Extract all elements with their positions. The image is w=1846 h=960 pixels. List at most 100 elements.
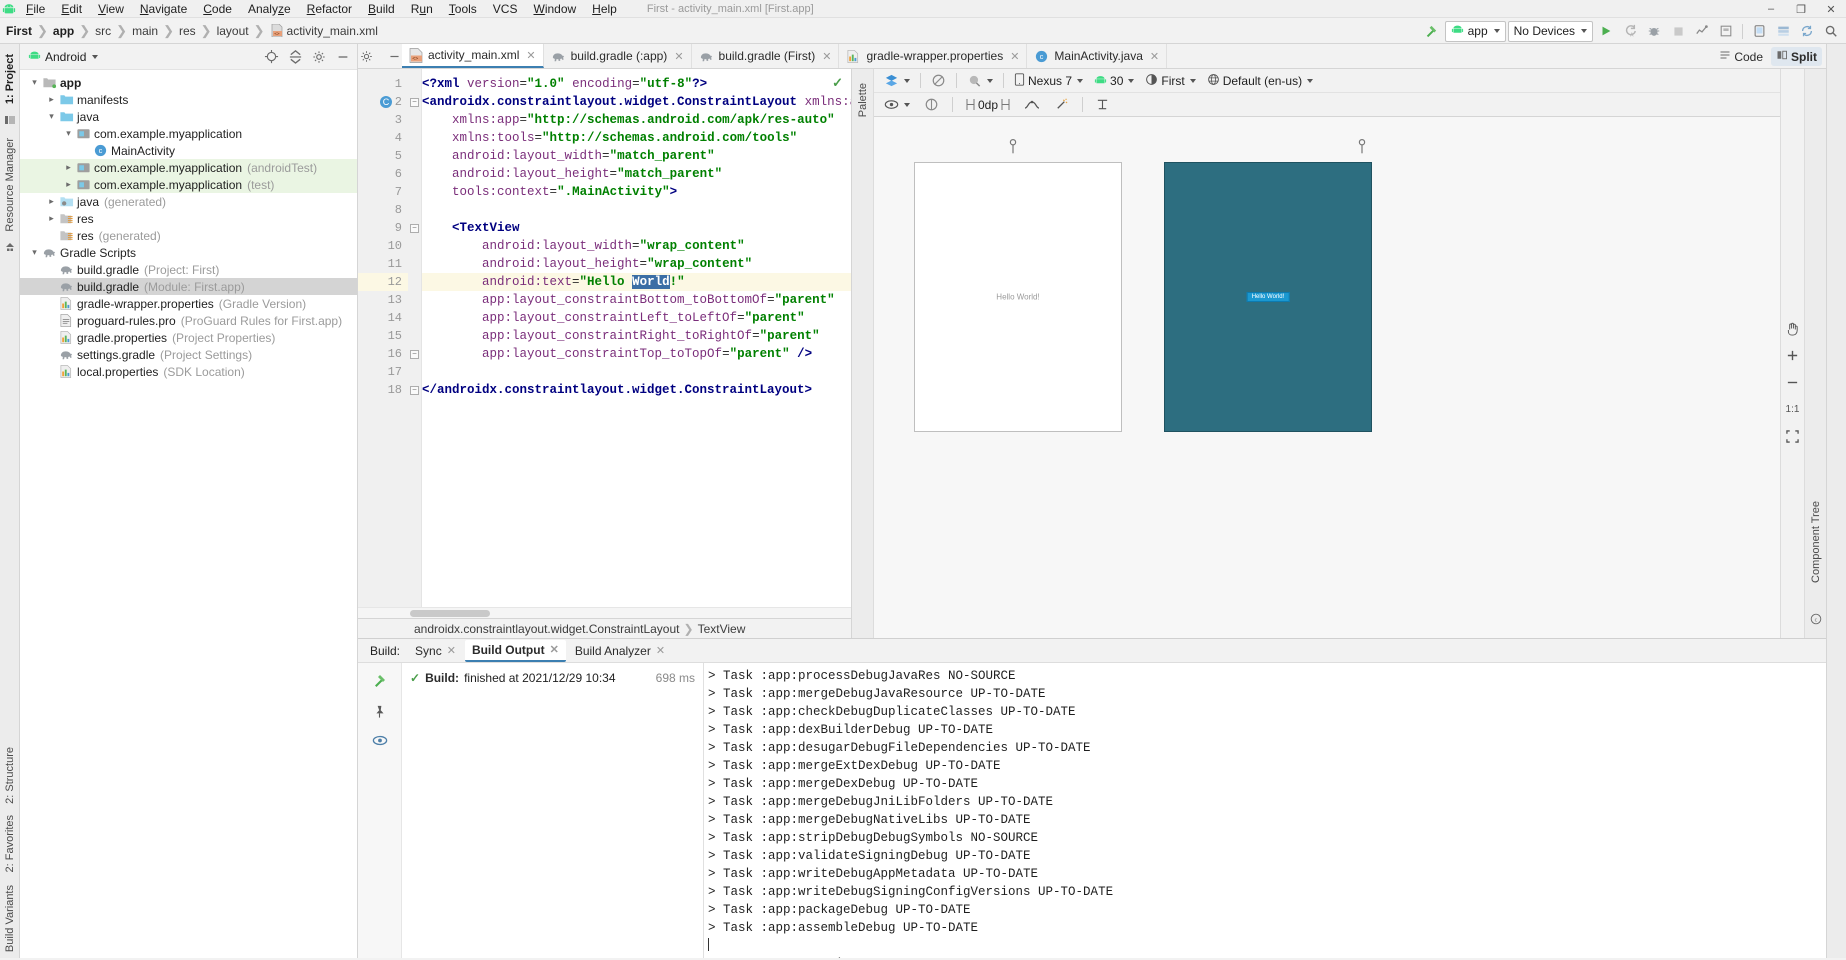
breadcrumb-res[interactable]: res: [179, 24, 196, 38]
project-tree-row[interactable]: ▾ app: [20, 74, 357, 91]
sidebar-tab-resource-manager[interactable]: Resource Manager: [2, 132, 18, 238]
editor-tab-build-gradle-app-[interactable]: build.gradle (:app) ✕: [543, 44, 692, 68]
line-number[interactable]: 9: [358, 219, 408, 237]
layout-inspector-icon[interactable]: [1715, 20, 1737, 42]
palette-tab[interactable]: Palette: [855, 77, 871, 123]
project-tree-row[interactable]: build.gradle (Project: First): [20, 261, 357, 278]
orientation-button[interactable]: [927, 71, 950, 91]
project-tree[interactable]: ▾ app ▸ manifests ▾ java ▾ com.example.myapplic…: [20, 70, 357, 958]
menu-run[interactable]: Run: [403, 0, 441, 18]
sidebar-tab-structure[interactable]: 2: Structure: [2, 741, 18, 810]
crosshair-icon[interactable]: [260, 46, 282, 68]
code-line[interactable]: app:layout_constraintBottom_toBottomOf="…: [422, 291, 851, 309]
minimize-button[interactable]: –: [1756, 0, 1786, 18]
gutter-class-marker-icon[interactable]: C: [380, 96, 392, 108]
close-icon[interactable]: ✕: [1010, 50, 1019, 63]
menu-edit[interactable]: Edit: [53, 0, 90, 18]
fold-minus-icon[interactable]: −: [410, 385, 419, 395]
window-controls[interactable]: – ❐ ✕: [1756, 0, 1846, 18]
line-number[interactable]: 2C: [358, 93, 408, 111]
design-surface-mode-button[interactable]: [880, 71, 914, 91]
stop-icon[interactable]: [1667, 20, 1689, 42]
view-mode-code[interactable]: Code: [1714, 47, 1768, 66]
baseline-button[interactable]: [1092, 95, 1113, 115]
build-status-row[interactable]: ✓ Build: finished at 2021/12/29 10:34 69…: [402, 669, 703, 687]
build-tab-build-analyzer[interactable]: Build Analyzer ✕: [568, 641, 672, 661]
chevron-down-icon[interactable]: ▾: [28, 76, 41, 89]
close-icon[interactable]: ✕: [656, 644, 665, 657]
menu-tools[interactable]: Tools: [441, 0, 485, 18]
editor-tab-activity-main-xml[interactable]: <> activity_main.xml ✕: [402, 44, 544, 68]
close-icon[interactable]: ✕: [447, 644, 456, 657]
code-breadcrumb-root[interactable]: androidx.constraintlayout.widget.Constra…: [414, 622, 680, 636]
code-line[interactable]: xmlns:app="http://schemas.android.com/ap…: [422, 111, 851, 129]
collapse-all-icon[interactable]: [284, 46, 306, 68]
module-selector[interactable]: app: [1444, 20, 1506, 42]
zoom-actual-size-button[interactable]: 1:1: [1784, 400, 1802, 418]
run-play-icon[interactable]: [1595, 20, 1617, 42]
line-number[interactable]: 3: [358, 111, 408, 129]
blueprint-toggle[interactable]: [920, 95, 943, 115]
line-number-gutter[interactable]: 1 2 C 3 4 5 6 7 8 9 10 11 12 13 14 15 16 17 18: [358, 69, 408, 607]
menu-window[interactable]: Window: [525, 0, 584, 18]
attach-debugger-icon[interactable]: A: [1619, 20, 1641, 42]
project-tree-row[interactable]: ▾ Gradle Scripts: [20, 244, 357, 261]
project-tree-row[interactable]: ▾ java: [20, 108, 357, 125]
code-line[interactable]: android:layout_height="wrap_content": [422, 255, 851, 273]
zoom-in-button[interactable]: [1784, 346, 1802, 364]
gear-icon[interactable]: [355, 45, 377, 67]
line-number[interactable]: 15: [358, 327, 408, 345]
build-status-tree[interactable]: ✓ Build: finished at 2021/12/29 10:34 69…: [402, 663, 704, 958]
code-line[interactable]: android:layout_height="match_parent": [422, 165, 851, 183]
line-number[interactable]: 1: [358, 75, 408, 93]
profiler-icon[interactable]: [1691, 20, 1713, 42]
project-tree-row[interactable]: ▸ java (generated): [20, 193, 357, 210]
api-selector[interactable]: 30: [1090, 71, 1138, 91]
code-line[interactable]: android:layout_width="wrap_content": [422, 237, 851, 255]
code-line[interactable]: android:text="Hello World!": [422, 273, 851, 291]
search-icon[interactable]: [1820, 20, 1842, 42]
editor-tab-build-gradle-first-[interactable]: build.gradle (First) ✕: [691, 44, 840, 68]
component-tree-tab[interactable]: Component Tree: [1808, 495, 1824, 589]
project-tree-row[interactable]: local.properties (SDK Location): [20, 363, 357, 380]
project-tree-row[interactable]: ▸ manifests: [20, 91, 357, 108]
code-fold-toggle[interactable]: −: [408, 219, 421, 237]
line-number[interactable]: 11: [358, 255, 408, 273]
code-line[interactable]: app:layout_constraintTop_toTopOf="parent…: [422, 345, 851, 363]
project-tree-row[interactable]: ▸ res: [20, 210, 357, 227]
hide-panel-icon[interactable]: [332, 46, 354, 68]
code-line[interactable]: xmlns:tools="http://schemas.android.com/…: [422, 129, 851, 147]
menu-code[interactable]: Code: [195, 0, 240, 18]
code-fold-toggle[interactable]: −: [408, 381, 421, 399]
sync-gradle-icon[interactable]: [1796, 20, 1818, 42]
line-number[interactable]: 4: [358, 129, 408, 147]
breadcrumb-app[interactable]: app: [53, 24, 74, 38]
code-line[interactable]: </androidx.constraintlayout.widget.Const…: [422, 381, 851, 399]
code-scroll-area[interactable]: 1 2 C 3 4 5 6 7 8 9 10 11 12 13 14 15 16 17 18 − − − − <?xml …: [358, 69, 851, 607]
sidebar-tab-project[interactable]: 1: Project: [2, 48, 18, 110]
menu-build[interactable]: Build: [360, 0, 403, 18]
line-number[interactable]: 5: [358, 147, 408, 165]
project-tree-row[interactable]: gradle-wrapper.properties (Gradle Version…: [20, 295, 357, 312]
code-line[interactable]: <?xml version="1.0" encoding="utf-8"?>: [422, 75, 851, 93]
code-fold-toggle[interactable]: −: [408, 93, 421, 111]
code-line[interactable]: tools:context=".MainActivity">: [422, 183, 851, 201]
project-tree-row[interactable]: gradle.properties (Project Properties): [20, 329, 357, 346]
design-canvas[interactable]: Hello World! Hello World!: [874, 117, 1780, 638]
clear-constraints-button[interactable]: [1050, 95, 1073, 115]
code-line[interactable]: app:layout_constraintLeft_toLeftOf="pare…: [422, 309, 851, 327]
editor-tab-mainactivity-java[interactable]: c MainActivity.java ✕: [1027, 44, 1168, 68]
eye-icon[interactable]: [880, 95, 914, 115]
close-icon[interactable]: ✕: [526, 49, 535, 62]
editor-tab-gradle-wrapper-properties[interactable]: gradle-wrapper.properties ✕: [839, 44, 1028, 68]
project-tree-row[interactable]: c MainActivity: [20, 142, 357, 159]
line-number[interactable]: 17: [358, 363, 408, 381]
project-tree-row[interactable]: proguard-rules.pro (ProGuard Rules for Fi…: [20, 312, 357, 329]
menu-file[interactable]: FFileile: [18, 0, 53, 18]
chevron-right-icon[interactable]: ▸: [45, 93, 58, 106]
avd-manager-icon[interactable]: [1748, 20, 1770, 42]
close-button[interactable]: ✕: [1816, 0, 1846, 18]
scrollbar-thumb[interactable]: [410, 610, 490, 617]
sdk-manager-icon[interactable]: [1772, 20, 1794, 42]
zoom-to-fit-button[interactable]: [1784, 427, 1802, 445]
